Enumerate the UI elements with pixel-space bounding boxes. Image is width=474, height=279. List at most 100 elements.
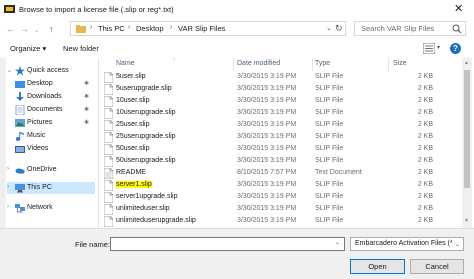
sidebar-item-downloads[interactable]: Downloads ✱ — [7, 91, 95, 103]
expand-icon[interactable]: › — [7, 184, 9, 190]
file-row[interactable]: server1upgrade.slip 3/30/2015 3:19 PM SLIP… — [99, 191, 461, 203]
expand-icon[interactable]: › — [7, 166, 9, 172]
file-type-select[interactable]: Embarcadero Activation Files (* ⌄ — [350, 237, 464, 251]
breadcrumb-desktop[interactable]: Desktop — [136, 24, 164, 33]
column-divider[interactable] — [312, 58, 313, 71]
file-type: SLIP File — [315, 193, 344, 200]
sidebar-item-label: This PC — [27, 184, 52, 191]
help-icon[interactable]: ? — [450, 43, 461, 54]
file-icon — [104, 180, 113, 191]
file-type: SLIP File — [315, 73, 344, 80]
file-icon — [104, 84, 113, 95]
expand-icon[interactable]: › — [7, 204, 9, 210]
breadcrumb-var-slip-files[interactable]: VAR Slip Files — [178, 24, 225, 33]
file-row[interactable]: unlimiteduser.slip 3/30/2015 3:19 PM SLIP … — [99, 203, 461, 215]
chevron-down-icon[interactable]: ⌄ — [335, 239, 340, 246]
file-icon — [104, 132, 113, 143]
network-icon — [15, 204, 25, 213]
file-row[interactable]: server1.slip 3/30/2015 3:19 PM SLIP File 2 … — [99, 179, 461, 191]
cancel-button[interactable]: Cancel — [410, 259, 464, 274]
file-type: SLIP File — [315, 97, 344, 104]
expand-icon[interactable]: ⌄ — [7, 67, 12, 74]
sidebar-item-onedrive[interactable]: › OneDrive — [7, 164, 95, 176]
organize-button[interactable]: Organize ▾ — [10, 44, 46, 53]
column-header-size[interactable]: Size — [393, 60, 407, 67]
breadcrumb-separator: › — [128, 24, 131, 31]
sidebar-item-label: Documents — [27, 106, 63, 113]
scroll-thumb[interactable] — [464, 70, 470, 188]
sidebar-item-desktop[interactable]: Desktop ✱ — [7, 78, 95, 90]
file-row[interactable]: 25userupgrade.slip 3/30/2015 3:19 PM SLIP … — [99, 131, 461, 143]
forward-arrow-icon[interactable]: → — [20, 24, 29, 34]
file-type-value: Embarcadero Activation Files (* — [355, 240, 453, 247]
file-row[interactable]: 5user.slip 3/30/2015 3:19 PM SLIP File 2 KB — [99, 71, 461, 83]
file-type: SLIP File — [315, 85, 344, 92]
nav-scrollbar[interactable] — [0, 58, 6, 228]
sidebar-item-this-pc[interactable]: › This PC — [7, 182, 95, 194]
pin-icon: ✱ — [84, 120, 90, 126]
file-type: SLIP File — [315, 181, 344, 188]
sidebar-item-label: Music — [27, 132, 46, 139]
file-date: 3/30/2015 3:19 PM — [237, 145, 297, 152]
address-row: ← → ⌄ ↑ › This PC › Desktop › VAR Slip F… — [0, 18, 474, 40]
file-type: SLIP File — [315, 157, 344, 164]
sidebar-item-pictures[interactable]: Pictures ✱ — [7, 117, 95, 129]
back-arrow-icon[interactable]: ← — [6, 24, 15, 34]
breadcrumb-separator: › — [170, 24, 173, 31]
column-header-type[interactable]: Type — [315, 60, 330, 67]
file-size: 2 KB — [417, 85, 433, 92]
file-row[interactable]: unlimiteduserupgrade.slip 3/30/2015 3:19 … — [99, 215, 461, 227]
chevron-down-icon: ⌄ — [455, 242, 461, 248]
music-icon — [16, 132, 24, 141]
file-row[interactable]: README 8/10/2015 7:57 PM Text Document 2 KB — [99, 167, 461, 179]
file-type: SLIP File — [315, 133, 344, 140]
vertical-scrollbar[interactable]: ▲ ▼ — [462, 58, 472, 228]
column-header-date[interactable]: Date modified — [237, 60, 280, 67]
refresh-icon[interactable]: ↻ — [335, 23, 343, 34]
navigation-pane[interactable]: ⌄ Quick access Desktop ✱ Downloads ✱ Doc… — [0, 58, 98, 228]
file-size: 2 KB — [417, 205, 433, 212]
up-arrow-icon[interactable]: ↑ — [49, 24, 54, 34]
column-divider[interactable] — [388, 58, 389, 71]
file-name-label: File name: — [75, 240, 111, 249]
file-row[interactable]: 50userupgrade.slip 3/30/2015 3:19 PM SLIP … — [99, 155, 461, 167]
file-row[interactable]: 10user.slip 3/30/2015 3:19 PM SLIP File 2 K… — [99, 95, 461, 107]
file-list[interactable]: Name ⌃ Date modified Type Size 5user.sli… — [99, 58, 474, 228]
sidebar-item-quick-access[interactable]: ⌄ Quick access — [7, 65, 95, 77]
command-bar: Organize ▾ New folder ▾ ? — [0, 40, 474, 58]
scroll-up-icon[interactable]: ▲ — [464, 60, 469, 66]
file-size: 2 KB — [417, 109, 433, 116]
search-input[interactable]: Search VAR Slip Files — [354, 21, 466, 36]
file-date: 3/30/2015 3:19 PM — [237, 85, 297, 92]
breadcrumb-this-pc[interactable]: This PC — [98, 24, 125, 33]
file-size: 2 KB — [417, 193, 433, 200]
sidebar-item-network[interactable]: › Network — [7, 202, 95, 214]
file-row[interactable]: 25user.slip 3/30/2015 3:19 PM SLIP File 2 K… — [99, 119, 461, 131]
sidebar-item-music[interactable]: Music — [7, 130, 95, 142]
open-button[interactable]: Open — [350, 259, 405, 274]
sidebar-item-videos[interactable]: Videos — [7, 143, 95, 155]
file-date: 3/30/2015 3:19 PM — [237, 193, 297, 200]
column-divider[interactable] — [233, 58, 234, 71]
file-row[interactable]: 5userupgrade.slip 3/30/2015 3:19 PM SLIP F… — [99, 83, 461, 95]
file-name: unlimiteduser.slip — [116, 205, 170, 212]
chevron-down-icon[interactable]: ⌄ — [326, 24, 332, 32]
file-row[interactable]: 50user.slip 3/30/2015 3:19 PM SLIP File 2 K… — [99, 143, 461, 155]
file-name-input[interactable] — [110, 237, 345, 251]
window-title: Browse to import a license file (.slip o… — [19, 5, 174, 14]
address-bar[interactable]: › This PC › Desktop › VAR Slip Files ⌄ ↻ — [70, 21, 346, 36]
pictures-icon — [15, 119, 25, 127]
close-button[interactable]: ✕ — [443, 0, 474, 18]
new-folder-button[interactable]: New folder — [63, 44, 99, 53]
sidebar-item-label: OneDrive — [27, 166, 57, 173]
view-options-icon[interactable] — [423, 43, 435, 54]
file-type: SLIP File — [315, 217, 344, 224]
column-header-name[interactable]: Name — [116, 60, 135, 67]
sidebar-item-documents[interactable]: Documents ✱ — [7, 104, 95, 116]
file-size: 2 KB — [417, 121, 433, 128]
scroll-down-icon[interactable]: ▼ — [464, 218, 469, 224]
file-row[interactable]: 10userupgrade.slip 3/30/2015 3:19 PM SLIP … — [99, 107, 461, 119]
view-dropdown-icon[interactable]: ▾ — [437, 44, 440, 51]
recent-locations-icon[interactable]: ⌄ — [34, 26, 39, 36]
desktop-folder-icon — [15, 81, 25, 88]
